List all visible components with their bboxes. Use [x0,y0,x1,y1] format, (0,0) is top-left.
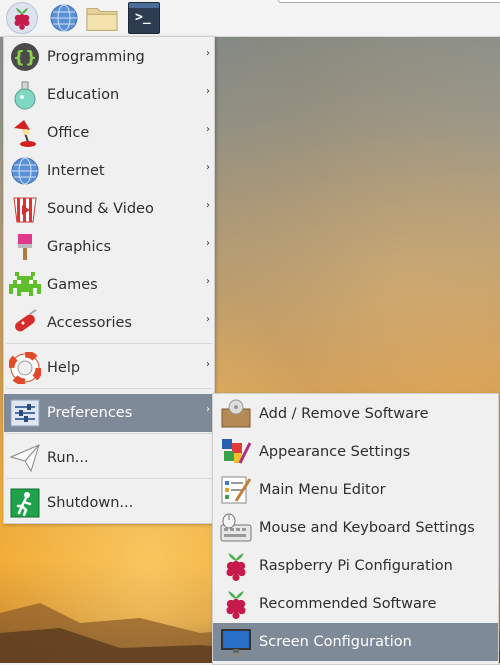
web-browser-button[interactable] [48,2,80,34]
submenu-item-label: Mouse and Keyboard Settings [259,520,475,536]
menu-item-shutdown[interactable]: Shutdown... [4,484,214,522]
menu-item-preferences[interactable]: Preferences › [4,394,214,432]
submenu-arrow-icon: › [206,404,210,415]
submenu-item-main-menu-editor[interactable]: Main Menu Editor [213,471,498,509]
submenu-item-label: Appearance Settings [259,444,411,460]
menu-item-internet[interactable]: Internet › [4,152,214,190]
submenu-item-add-remove-software[interactable]: Add / Remove Software [213,395,498,433]
submenu-arrow-icon: › [206,276,210,287]
submenu-arrow-icon: › [206,86,210,97]
submenu-arrow-icon: › [206,162,210,173]
menu-item-label: Games [47,277,98,293]
menu-item-accessories[interactable]: Accessories › [4,304,214,342]
submenu-item-screen-configuration[interactable]: Screen Configuration [213,623,498,661]
menu-item-label: Help [47,360,81,376]
menu-separator [6,343,212,344]
menu-item-label: Programming [47,49,145,65]
programming-icon: {} [6,38,44,76]
submenu-arrow-icon: › [206,200,210,211]
help-icon [6,349,44,387]
accessories-icon [6,304,44,342]
submenu-arrow-icon: › [206,314,210,325]
run-icon [6,439,44,477]
preferences-submenu: Add / Remove Software Appearance Setting… [212,393,499,665]
screen-configuration-icon [217,623,255,661]
submenu-item-mouse-keyboard-settings[interactable]: Mouse and Keyboard Settings [213,509,498,547]
menu-separator [6,433,212,434]
menu-item-help[interactable]: Help › [4,349,214,387]
terminal-button[interactable]: >_ [128,2,160,34]
menu-item-games[interactable]: Games › [4,266,214,304]
menu-item-label: Run... [47,450,89,466]
panel-edge-widget [278,0,500,3]
submenu-item-raspberry-pi-configuration[interactable]: Raspberry Pi Configuration [213,547,498,585]
menu-item-label: Shutdown... [47,495,134,511]
menu-item-label: Internet [47,163,105,179]
menu-item-education[interactable]: Education › [4,76,214,114]
submenu-item-label: Screen Configuration [259,634,412,650]
mouse-keyboard-icon [217,509,255,547]
menu-item-label: Preferences [47,405,133,421]
main-menu-editor-icon [217,471,255,509]
office-icon [6,114,44,152]
menu-item-label: Graphics [47,239,112,255]
submenu-arrow-icon: › [206,124,210,135]
raspberry-pi-config-icon [217,547,255,585]
submenu-arrow-icon: › [206,48,210,59]
internet-icon [6,152,44,190]
education-icon [6,76,44,114]
submenu-item-label: Raspberry Pi Configuration [259,558,453,574]
shutdown-icon [6,484,44,522]
raspberry-icon [14,8,30,30]
preferences-icon [6,394,44,432]
menu-item-programming[interactable]: {} Programming › [4,38,214,76]
top-panel: >_ [0,0,500,37]
main-menu: {} Programming › Education › Office › In… [3,36,215,524]
sound-video-icon [6,190,44,228]
menu-separator [6,388,212,389]
submenu-item-appearance-settings[interactable]: Appearance Settings [213,433,498,471]
menu-item-office[interactable]: Office › [4,114,214,152]
submenu-arrow-icon: › [206,238,210,249]
games-icon [6,266,44,304]
menu-item-label: Education [47,87,120,103]
menu-item-label: Accessories [47,315,132,331]
menu-item-label: Office [47,125,90,141]
menu-separator [6,478,212,479]
svg-text:{}: {} [13,48,37,68]
submenu-item-label: Main Menu Editor [259,482,386,498]
menu-item-label: Sound & Video [47,201,154,217]
menu-item-sound-video[interactable]: Sound & Video › [4,190,214,228]
recommended-software-icon [217,585,255,623]
globe-icon [50,4,78,32]
submenu-item-label: Add / Remove Software [259,406,429,422]
graphics-icon [6,228,44,266]
raspberry-menu-button[interactable] [6,2,38,34]
submenu-item-recommended-software[interactable]: Recommended Software [213,585,498,623]
file-manager-button[interactable] [86,2,118,34]
menu-item-run[interactable]: Run... [4,439,214,477]
terminal-icon: >_ [128,2,160,34]
appearance-settings-icon [217,433,255,471]
add-remove-software-icon [217,395,255,433]
menu-item-graphics[interactable]: Graphics › [4,228,214,266]
submenu-arrow-icon: › [206,359,210,370]
submenu-item-label: Recommended Software [259,596,437,612]
folder-icon [86,8,118,31]
